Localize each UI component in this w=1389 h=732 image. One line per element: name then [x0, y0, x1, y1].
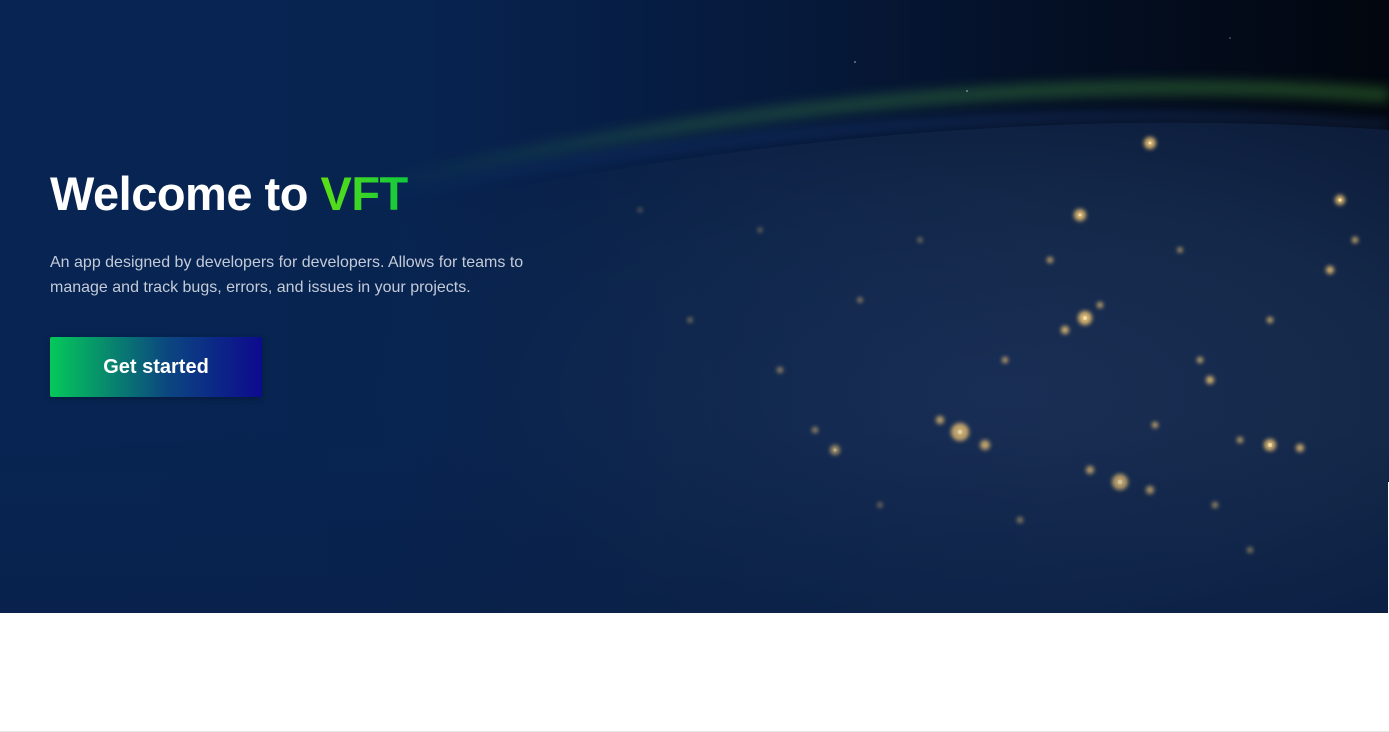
hero-content: Welcome to VFT An app designed by develo…	[50, 168, 570, 397]
hero-section: Welcome to VFT An app designed by develo…	[0, 0, 1389, 613]
hero-subtitle: An app designed by developers for develo…	[50, 254, 524, 296]
lower-section	[0, 613, 1389, 732]
brand-name: VFT	[320, 167, 408, 220]
page-title: Welcome to VFT	[50, 168, 570, 220]
get-started-button[interactable]: Get started	[50, 337, 262, 397]
title-prefix: Welcome to	[50, 167, 321, 220]
earth-at-night-background	[0, 0, 1389, 613]
